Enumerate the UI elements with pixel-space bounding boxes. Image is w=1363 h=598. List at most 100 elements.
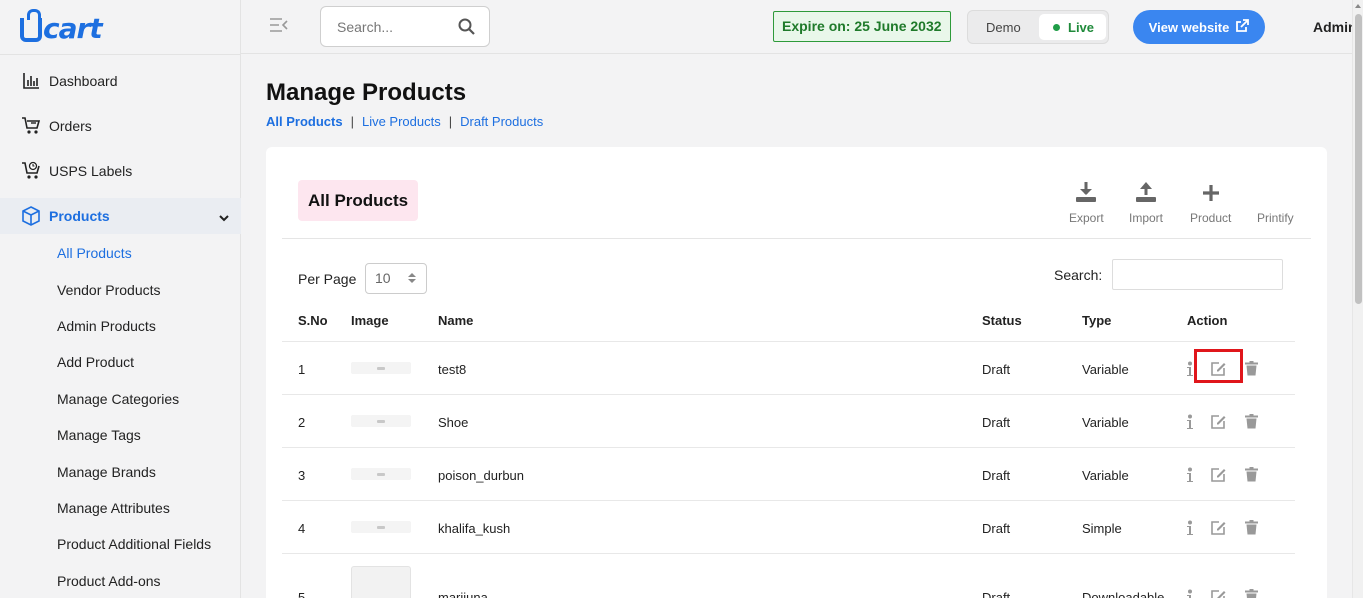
edit-highlight-box [1194,349,1243,383]
global-search[interactable] [320,6,490,47]
brand-logo[interactable]: cart [20,9,103,45]
download-icon [1075,177,1097,203]
chevron-down-icon[interactable] [219,209,229,225]
cell-status: Draft [982,521,1011,536]
sidebar-subitem-manage-categories[interactable]: Manage Categories [57,391,179,407]
cell-name[interactable]: Shoe [438,415,468,430]
scroll-thumb[interactable] [1355,14,1362,304]
export-button[interactable]: Export [1069,177,1104,225]
product-thumbnail[interactable] [351,521,411,533]
user-menu[interactable]: Admin [1313,19,1357,35]
cell-sno: 3 [298,468,306,483]
import-button[interactable]: Import [1129,177,1163,225]
mode-live-label: Live [1068,19,1095,35]
sidebar: cart Dashboard Orders USPS Labels Produc… [0,0,241,598]
cell-status: Draft [982,468,1011,483]
edit-icon[interactable] [1210,501,1226,554]
printify-button[interactable]: Printify [1257,177,1294,225]
search-input[interactable] [337,18,447,35]
per-page-value: 10 [375,270,391,286]
top-bar: Expire on: 25 June 2032 Demo Live View w… [241,0,1357,54]
menu-collapse-icon[interactable] [269,17,289,36]
mode-live[interactable]: Live [1039,14,1106,40]
edit-icon[interactable] [1210,448,1226,501]
table-search-input[interactable] [1112,259,1283,290]
card-title: All Products [298,180,419,221]
tab-live-products[interactable]: Live Products [362,114,441,129]
tab-draft-products[interactable]: Draft Products [460,114,543,129]
cell-status: Draft [982,415,1011,430]
search-icon[interactable] [458,18,475,38]
col-header-action: Action [1187,313,1228,328]
cell-type: Variable [1082,415,1129,430]
edit-icon[interactable] [1210,395,1226,448]
view-website-button[interactable]: View website [1133,10,1265,44]
external-link-icon [1235,18,1250,36]
info-icon[interactable] [1186,501,1194,554]
tab-all-products[interactable]: All Products [266,114,343,129]
cell-type: Downloadable [1082,590,1165,598]
per-page-label: Per Page [298,271,357,287]
cell-type: Simple [1082,521,1122,536]
cart-clock-icon [21,161,41,181]
product-thumbnail[interactable] [351,415,411,427]
sidebar-item-products[interactable]: Products [0,198,241,234]
sidebar-item-usps-labels[interactable]: USPS Labels [0,153,241,189]
col-header-image[interactable]: Image [351,313,389,328]
printify-label: Printify [1257,211,1294,225]
sidebar-subitem-manage-attributes[interactable]: Manage Attributes [57,500,170,516]
col-header-name[interactable]: Name [438,313,473,328]
delete-icon[interactable] [1245,448,1258,501]
sidebar-subitem-product-add-ons[interactable]: Product Add-ons [57,573,161,589]
expiry-badge: Expire on: 25 June 2032 [773,11,951,42]
product-placeholder-image-icon[interactable] [351,566,411,598]
delete-icon[interactable] [1245,395,1258,448]
scroll-up-arrow-icon[interactable] [1355,4,1361,8]
delete-icon[interactable] [1245,501,1258,554]
product-thumbnail[interactable] [351,468,411,480]
mode-demo[interactable]: Demo [986,20,1021,35]
cell-type: Variable [1082,468,1129,483]
info-icon[interactable] [1186,342,1194,395]
sidebar-subitem-manage-tags[interactable]: Manage Tags [57,427,141,443]
sidebar-subitem-product-additional-fields[interactable]: Product Additional Fields [57,536,211,552]
delete-icon[interactable] [1245,342,1258,395]
edit-icon[interactable] [1210,570,1226,598]
cell-type: Variable [1082,362,1129,377]
info-icon[interactable] [1186,395,1194,448]
cell-name[interactable]: poison_durbun [438,468,524,483]
per-page-select[interactable]: 10 [365,263,427,294]
col-header-sno[interactable]: S.No [298,313,328,328]
sidebar-subitem-all-products[interactable]: All Products [57,245,132,261]
divider [0,54,241,55]
separator: | [350,114,354,129]
add-product-button[interactable]: Product [1190,177,1231,225]
col-header-type[interactable]: Type [1082,313,1111,328]
mode-toggle[interactable]: Demo Live [967,10,1109,44]
select-arrows-icon [408,273,416,283]
sidebar-subitem-admin-products[interactable]: Admin Products [57,318,156,334]
products-card: All Products Export Import Product Print… [266,147,1327,598]
sidebar-subitem-add-product[interactable]: Add Product [57,354,134,370]
table-row: 4 khalifa_kush Draft Simple [282,500,1295,553]
col-header-status[interactable]: Status [982,313,1022,328]
info-icon[interactable] [1186,448,1194,501]
table-row: 1 test8 Draft Variable [282,341,1295,394]
sidebar-item-label: Products [49,208,110,224]
sidebar-subitem-manage-brands[interactable]: Manage Brands [57,464,156,480]
delete-icon[interactable] [1245,570,1258,598]
cell-name[interactable]: marijuna [438,590,488,598]
page-scrollbar[interactable] [1352,0,1363,598]
product-thumbnail[interactable] [351,362,411,374]
sidebar-item-orders[interactable]: Orders [0,108,241,144]
cell-sno: 2 [298,415,306,430]
logo-text: cart [43,12,103,45]
sidebar-subitem-vendor-products[interactable]: Vendor Products [57,282,161,298]
sidebar-item-dashboard[interactable]: Dashboard [0,63,241,99]
info-icon[interactable] [1186,570,1194,598]
export-label: Export [1069,211,1104,225]
cell-name[interactable]: test8 [438,362,466,377]
shopping-bag-icon [20,9,42,42]
sidebar-item-label: USPS Labels [49,163,133,179]
cell-name[interactable]: khalifa_kush [438,521,510,536]
